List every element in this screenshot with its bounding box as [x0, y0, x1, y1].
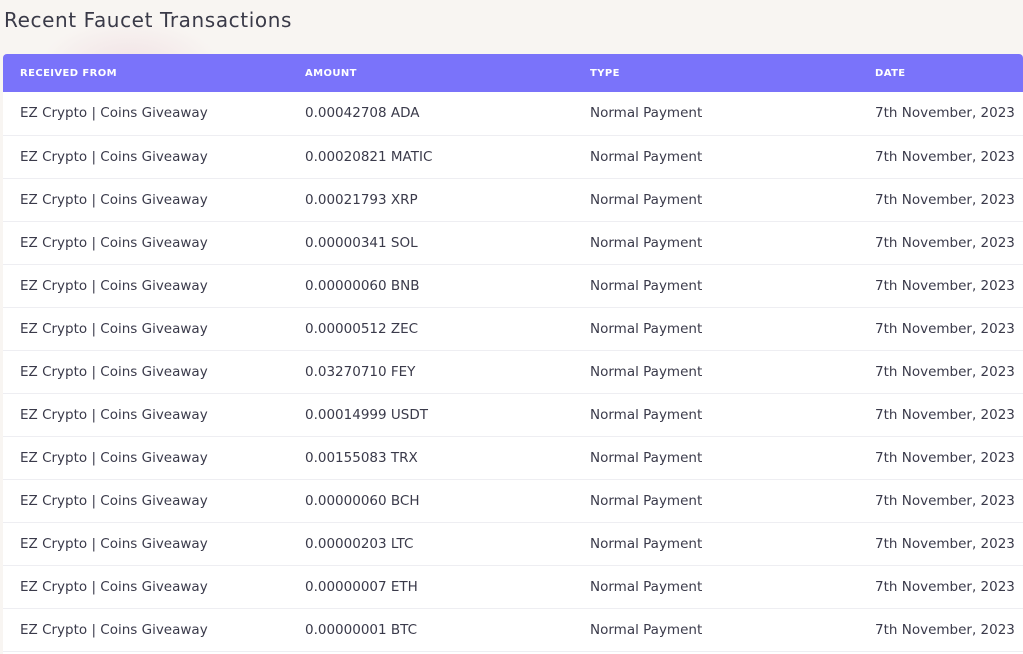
cell-amount: 0.00000060 BCH	[305, 492, 420, 509]
cell-type: Normal Payment	[590, 148, 703, 165]
table-row: EZ Crypto | Coins Giveaway 0.00042708 ADA…	[3, 92, 1023, 135]
cell-type: Normal Payment	[590, 105, 703, 122]
cell-amount: 0.03270710 FEY	[305, 363, 416, 380]
column-header-type: TYPE	[590, 67, 620, 79]
cell-date: 7th November, 2023	[875, 277, 1015, 294]
table-row: EZ Crypto | Coins Giveaway 0.00000060 BCH…	[3, 479, 1023, 522]
cell-received-from: EZ Crypto | Coins Giveaway	[20, 277, 208, 294]
cell-amount: 0.00042708 ADA	[305, 105, 420, 122]
cell-date: 7th November, 2023	[875, 449, 1015, 466]
cell-amount: 0.00155083 TRX	[305, 449, 418, 466]
page-title: Recent Faucet Transactions	[4, 8, 293, 32]
cell-type: Normal Payment	[590, 277, 703, 294]
cell-type: Normal Payment	[590, 535, 703, 552]
column-header-received-from: RECEIVED FROM	[20, 67, 117, 79]
table-body: EZ Crypto | Coins Giveaway 0.00042708 ADA…	[3, 92, 1023, 651]
cell-date: 7th November, 2023	[875, 234, 1015, 251]
table-row: EZ Crypto | Coins Giveaway 0.00020821 MAT…	[3, 135, 1023, 178]
cell-type: Normal Payment	[590, 363, 703, 380]
cell-date: 7th November, 2023	[875, 492, 1015, 509]
table-row: EZ Crypto | Coins Giveaway 0.00000341 SOL…	[3, 221, 1023, 264]
cell-amount: 0.00014999 USDT	[305, 406, 428, 423]
transactions-table-container: RECEIVED FROM AMOUNT TYPE DATE EZ Crypto…	[3, 54, 1023, 654]
cell-received-from: EZ Crypto | Coins Giveaway	[20, 320, 208, 337]
cell-received-from: EZ Crypto | Coins Giveaway	[20, 406, 208, 423]
cell-date: 7th November, 2023	[875, 191, 1015, 208]
cell-amount: 0.00021793 XRP	[305, 191, 418, 208]
cell-received-from: EZ Crypto | Coins Giveaway	[20, 492, 208, 509]
cell-received-from: EZ Crypto | Coins Giveaway	[20, 449, 208, 466]
table-row: EZ Crypto | Coins Giveaway 0.00000007 ETH…	[3, 565, 1023, 608]
cell-type: Normal Payment	[590, 621, 703, 638]
cell-received-from: EZ Crypto | Coins Giveaway	[20, 234, 208, 251]
cell-received-from: EZ Crypto | Coins Giveaway	[20, 578, 208, 595]
table-row: EZ Crypto | Coins Giveaway 0.00000512 ZEC…	[3, 307, 1023, 350]
table-header: RECEIVED FROM AMOUNT TYPE DATE	[3, 54, 1023, 92]
cell-amount: 0.00000341 SOL	[305, 234, 418, 251]
cell-amount: 0.00000203 LTC	[305, 535, 414, 552]
table-row: EZ Crypto | Coins Giveaway 0.00000001 BTC…	[3, 608, 1023, 651]
column-header-amount: AMOUNT	[305, 67, 357, 79]
cell-amount: 0.00000001 BTC	[305, 621, 418, 638]
table-row: EZ Crypto | Coins Giveaway 0.00000203 LTC…	[3, 522, 1023, 565]
cell-amount: 0.00020821 MATIC	[305, 148, 433, 165]
cell-type: Normal Payment	[590, 191, 703, 208]
cell-type: Normal Payment	[590, 449, 703, 466]
table-header-row: RECEIVED FROM AMOUNT TYPE DATE	[3, 54, 1023, 92]
table-row: EZ Crypto | Coins Giveaway 0.00000060 BNB…	[3, 264, 1023, 307]
cell-received-from: EZ Crypto | Coins Giveaway	[20, 621, 208, 638]
cell-received-from: EZ Crypto | Coins Giveaway	[20, 535, 208, 552]
cell-type: Normal Payment	[590, 234, 703, 251]
cell-received-from: EZ Crypto | Coins Giveaway	[20, 105, 208, 122]
table-row: EZ Crypto | Coins Giveaway 0.00014999 USD…	[3, 393, 1023, 436]
cell-type: Normal Payment	[590, 578, 703, 595]
cell-type: Normal Payment	[590, 492, 703, 509]
table-row: EZ Crypto | Coins Giveaway 0.03270710 FEY…	[3, 350, 1023, 393]
cell-date: 7th November, 2023	[875, 105, 1015, 122]
transactions-table: RECEIVED FROM AMOUNT TYPE DATE EZ Crypto…	[3, 54, 1023, 652]
cell-date: 7th November, 2023	[875, 578, 1015, 595]
cell-date: 7th November, 2023	[875, 148, 1015, 165]
cell-type: Normal Payment	[590, 406, 703, 423]
table-row: EZ Crypto | Coins Giveaway 0.00155083 TRX…	[3, 436, 1023, 479]
cell-type: Normal Payment	[590, 320, 703, 337]
cell-date: 7th November, 2023	[875, 535, 1015, 552]
cell-received-from: EZ Crypto | Coins Giveaway	[20, 148, 208, 165]
cell-date: 7th November, 2023	[875, 320, 1015, 337]
cell-date: 7th November, 2023	[875, 363, 1015, 380]
cell-amount: 0.00000007 ETH	[305, 578, 418, 595]
column-header-date: DATE	[875, 67, 906, 79]
cell-date: 7th November, 2023	[875, 406, 1015, 423]
cell-date: 7th November, 2023	[875, 621, 1015, 638]
table-row: EZ Crypto | Coins Giveaway 0.00021793 XRP…	[3, 178, 1023, 221]
cell-amount: 0.00000060 BNB	[305, 277, 420, 294]
cell-received-from: EZ Crypto | Coins Giveaway	[20, 191, 208, 208]
cell-amount: 0.00000512 ZEC	[305, 320, 419, 337]
cell-received-from: EZ Crypto | Coins Giveaway	[20, 363, 208, 380]
